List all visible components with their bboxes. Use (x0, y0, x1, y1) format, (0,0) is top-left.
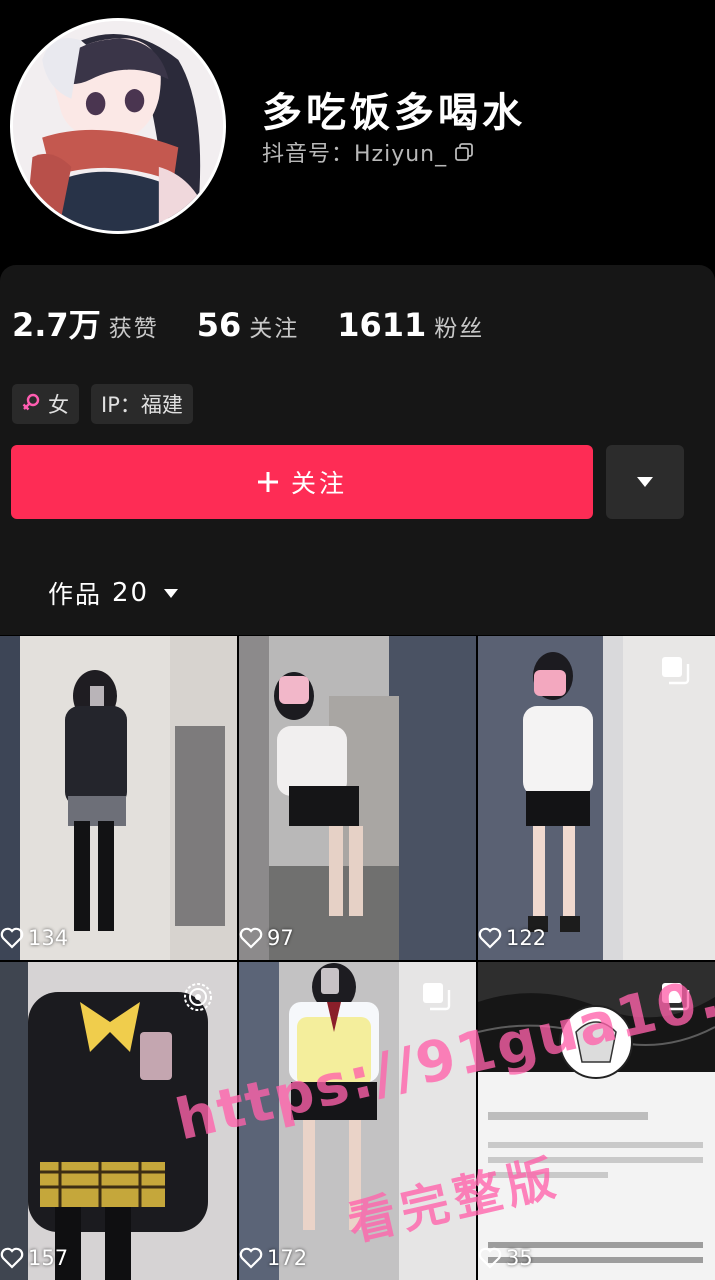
gender-tag: 女 (12, 384, 79, 424)
works-label: 作品 (48, 580, 103, 609)
heart-icon (478, 927, 502, 949)
like-count: 157 (0, 1246, 68, 1270)
like-value: 157 (28, 1246, 69, 1270)
thumbnail-image (239, 636, 476, 960)
stat-label: 获赞 (108, 316, 159, 342)
heart-icon (478, 1247, 502, 1269)
profile-header: 多吃饭多喝水 抖音号：Hziyun_ (0, 0, 715, 265)
nickname: 多吃饭多喝水 (262, 90, 526, 136)
gender-label: 女 (48, 393, 69, 417)
like-count: 97 (239, 926, 294, 950)
like-value: 97 (267, 926, 294, 950)
video-thumbnail[interactable]: 134 (0, 636, 237, 960)
stat-label: 关注 (249, 316, 300, 342)
follow-label: 关注 (290, 469, 347, 498)
thumbnail-image (0, 636, 237, 960)
like-value: 134 (28, 926, 69, 950)
like-count: 122 (478, 926, 546, 950)
stat-value: 56 (196, 306, 242, 344)
heart-icon (0, 927, 24, 949)
more-options-button[interactable] (606, 445, 684, 519)
like-value: 35 (506, 1246, 533, 1270)
ip-tag: IP：福建 (91, 384, 193, 424)
plus-icon (257, 472, 278, 492)
copy-icon[interactable] (455, 143, 474, 161)
douyin-id: 抖音号：Hziyun_ (262, 142, 448, 167)
follow-button[interactable]: 关注 (11, 445, 593, 519)
stat-likes[interactable]: 2.7万 获赞 (12, 300, 159, 346)
douyin-id-row[interactable]: 抖音号：Hziyun_ (262, 136, 474, 168)
heart-icon (239, 927, 263, 949)
stat-value: 2.7万 (12, 306, 101, 344)
like-count: 134 (0, 926, 68, 950)
profile-tags: 女 IP：福建 (12, 384, 193, 424)
like-value: 172 (267, 1246, 308, 1270)
video-thumbnail[interactable]: 97 (239, 636, 476, 960)
stat-followers[interactable]: 1611 粉丝 (337, 306, 484, 344)
triangle-down-icon (637, 477, 653, 487)
stat-following[interactable]: 56 关注 (197, 306, 300, 344)
like-count: 35 (478, 1246, 533, 1270)
multi-photo-icon (423, 983, 451, 1011)
video-thumbnail[interactable]: 122 (478, 636, 715, 960)
works-tab[interactable]: 作品 20 (48, 575, 179, 611)
works-count: 20 (112, 578, 150, 608)
avatar[interactable] (10, 18, 226, 234)
chevron-down-icon (164, 588, 179, 598)
stats-row: 2.7万 获赞 56 关注 1611 粉丝 (12, 300, 522, 346)
heart-icon (0, 1247, 24, 1269)
stat-label: 粉丝 (434, 316, 485, 342)
like-value: 122 (506, 926, 547, 950)
avatar-image (13, 21, 223, 231)
multi-photo-icon (662, 657, 690, 685)
female-icon (22, 393, 40, 411)
heart-icon (239, 1247, 263, 1269)
like-count: 172 (239, 1246, 307, 1270)
live-photo-icon (184, 983, 212, 1011)
stat-value: 1611 (337, 306, 427, 344)
ip-label: IP：福建 (101, 393, 183, 417)
